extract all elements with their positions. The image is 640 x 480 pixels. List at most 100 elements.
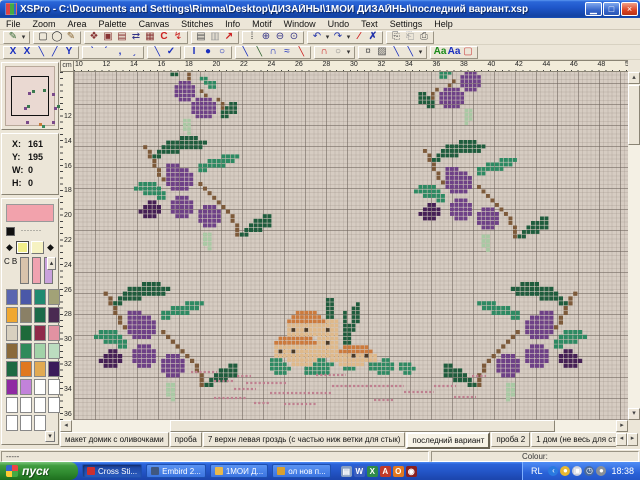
- taskbar-task-2[interactable]: Embird 2...: [146, 464, 206, 478]
- palette-swatch-2-2[interactable]: [34, 325, 46, 341]
- draw-line-icon[interactable]: ∕: [352, 31, 366, 43]
- menu-undo[interactable]: Undo: [322, 19, 356, 29]
- scroll-down-button[interactable]: ▾: [628, 408, 640, 420]
- palette-swatch-6-3[interactable]: [48, 397, 60, 413]
- half-stitch-back-icon[interactable]: ╲: [34, 46, 48, 58]
- palette-swatch-4-2[interactable]: [34, 361, 46, 377]
- tray-chevron-icon[interactable]: ‹: [548, 466, 558, 476]
- vertical-scroll-thumb[interactable]: [628, 85, 640, 145]
- french-knot-icon[interactable]: ●: [201, 46, 215, 58]
- palette-swatch-7-2[interactable]: [34, 415, 46, 431]
- zoom-100-icon[interactable]: ⊙: [287, 31, 301, 43]
- scroll-up-button[interactable]: ▴: [628, 72, 640, 84]
- stitch-canvas[interactable]: [74, 72, 628, 420]
- palette-swatch-0-1[interactable]: [20, 289, 32, 305]
- palette-swatch-5-2[interactable]: [34, 379, 46, 395]
- menu-palette[interactable]: Palette: [93, 19, 133, 29]
- horizontal-scroll-thumb[interactable]: [170, 420, 555, 432]
- design-preview-thumbnail[interactable]: [5, 66, 55, 126]
- poly-line-icon[interactable]: ╲: [252, 46, 266, 58]
- tab-scroll-right-button[interactable]: ▸: [627, 433, 638, 446]
- knot-tool-icon[interactable]: ¤: [361, 46, 375, 58]
- motif-library-icon[interactable]: ▤: [194, 31, 208, 43]
- yellow-swatch-selected[interactable]: [16, 241, 29, 254]
- diamond-symbol-right[interactable]: ◆: [45, 241, 56, 254]
- tray-clock-icon[interactable]: ◷: [584, 466, 594, 476]
- diamond-symbol-left[interactable]: ◆: [4, 241, 15, 254]
- menu-window[interactable]: Window: [278, 19, 322, 29]
- blue-line-2-dropdown-icon[interactable]: ▾: [417, 48, 424, 56]
- taskbar-task-3[interactable]: 1МОИ Д...: [210, 464, 268, 478]
- copy-clipboard-icon[interactable]: ⎘: [389, 31, 403, 43]
- three-quarter-stitch-icon[interactable]: Y: [62, 46, 76, 58]
- zoom-in-icon[interactable]: ⊕: [259, 31, 273, 43]
- menu-zoom[interactable]: Zoom: [27, 19, 62, 29]
- tall-swatch-beige[interactable]: [20, 257, 29, 284]
- menu-info[interactable]: Info: [219, 19, 246, 29]
- delete-icon[interactable]: ✗: [366, 31, 380, 43]
- tab-scroll-left-button[interactable]: ◂: [616, 433, 627, 446]
- yellow-swatch-pale[interactable]: [31, 241, 44, 254]
- palette-swatch-6-1[interactable]: [20, 397, 32, 413]
- quick-app-icon[interactable]: ◉: [406, 466, 417, 477]
- palette-swatch-6-2[interactable]: [34, 397, 46, 413]
- red-curve-icon[interactable]: ∩: [317, 46, 331, 58]
- select-dashed-icon[interactable]: ▢: [461, 46, 475, 58]
- palette-swatch-0-2[interactable]: [34, 289, 46, 305]
- quarter-stitch-tr-icon[interactable]: ˊ: [99, 46, 113, 58]
- copy-motif-icon[interactable]: ▥: [208, 31, 222, 43]
- palette-swatch-1-1[interactable]: [20, 307, 32, 323]
- cut-selection-icon[interactable]: ▤: [115, 31, 129, 43]
- palette-swatch-3-1[interactable]: [20, 343, 32, 359]
- palette-swatch-0-3[interactable]: [48, 289, 60, 305]
- menu-area[interactable]: Area: [62, 19, 93, 29]
- quarter-stitch-tl-icon[interactable]: ˋ: [85, 46, 99, 58]
- start-button[interactable]: пуск: [0, 462, 78, 480]
- palette-swatch-2-0[interactable]: [6, 325, 18, 341]
- menu-stitches[interactable]: Stitches: [175, 19, 219, 29]
- menu-canvas[interactable]: Canvas: [133, 19, 176, 29]
- tray-app1-icon[interactable]: ▣: [572, 466, 582, 476]
- undo-dropdown-icon[interactable]: ▾: [324, 33, 331, 41]
- redo-icon[interactable]: ↷: [331, 31, 345, 43]
- quick-word-icon[interactable]: W: [354, 466, 365, 477]
- pattern-tab-5[interactable]: проба 2: [491, 432, 530, 447]
- tray-app2-icon[interactable]: ●: [596, 466, 606, 476]
- blue-line-1-icon[interactable]: ╲: [389, 46, 403, 58]
- wave-line-icon[interactable]: ≈: [280, 46, 294, 58]
- close-button[interactable]: ×: [621, 2, 638, 16]
- palette-swatch-4-0[interactable]: [6, 361, 18, 377]
- palette-swatch-5-0[interactable]: [6, 379, 18, 395]
- thread-icon[interactable]: ⁞: [245, 31, 259, 43]
- zoom-out-icon[interactable]: ⊖: [273, 31, 287, 43]
- menu-file[interactable]: File: [0, 19, 27, 29]
- pattern-tab-2[interactable]: проба: [170, 432, 202, 447]
- backstitch-check-icon[interactable]: ✓: [164, 46, 178, 58]
- pattern-tab-6[interactable]: 1 дом (не весь для стыковки): [531, 432, 616, 447]
- texture-icon[interactable]: ▨: [375, 46, 389, 58]
- palette-swatch-1-3[interactable]: [48, 307, 60, 323]
- palette-swatch-5-1[interactable]: [20, 379, 32, 395]
- paste-clipboard-icon[interactable]: ⎗: [403, 31, 417, 43]
- restore-button[interactable]: □: [603, 2, 620, 16]
- palette-swatch-1-2[interactable]: [34, 307, 46, 323]
- taskbar-task-4[interactable]: ол нов п...: [272, 464, 331, 478]
- quick-opera-icon[interactable]: O: [393, 466, 404, 477]
- french-knot-pin-icon[interactable]: I: [187, 46, 201, 58]
- quick-excel-icon[interactable]: X: [367, 466, 378, 477]
- black-color-swatch[interactable]: [6, 227, 15, 236]
- pattern-tab-4[interactable]: последний вариант: [406, 432, 490, 449]
- blue-line-2-icon[interactable]: ╲: [403, 46, 417, 58]
- palette-swatch-7-1[interactable]: [20, 415, 32, 431]
- palette-scroll-down-icon[interactable]: ▾: [45, 431, 55, 442]
- pointer-icon[interactable]: ↗: [222, 31, 236, 43]
- palette-swatch-1-0[interactable]: [6, 307, 18, 323]
- palette-scroll-up-icon[interactable]: ▴: [47, 257, 56, 270]
- select-pencil-icon[interactable]: ✎: [64, 31, 78, 43]
- clock[interactable]: 18:38: [611, 466, 634, 476]
- quarter-stitch-br-icon[interactable]: ˏ: [127, 46, 141, 58]
- palette-swatch-4-1[interactable]: [20, 361, 32, 377]
- current-thread-color[interactable]: [6, 204, 54, 222]
- half-stitch-fwd-icon[interactable]: ╱: [48, 46, 62, 58]
- flip-selection-icon[interactable]: ⇄: [129, 31, 143, 43]
